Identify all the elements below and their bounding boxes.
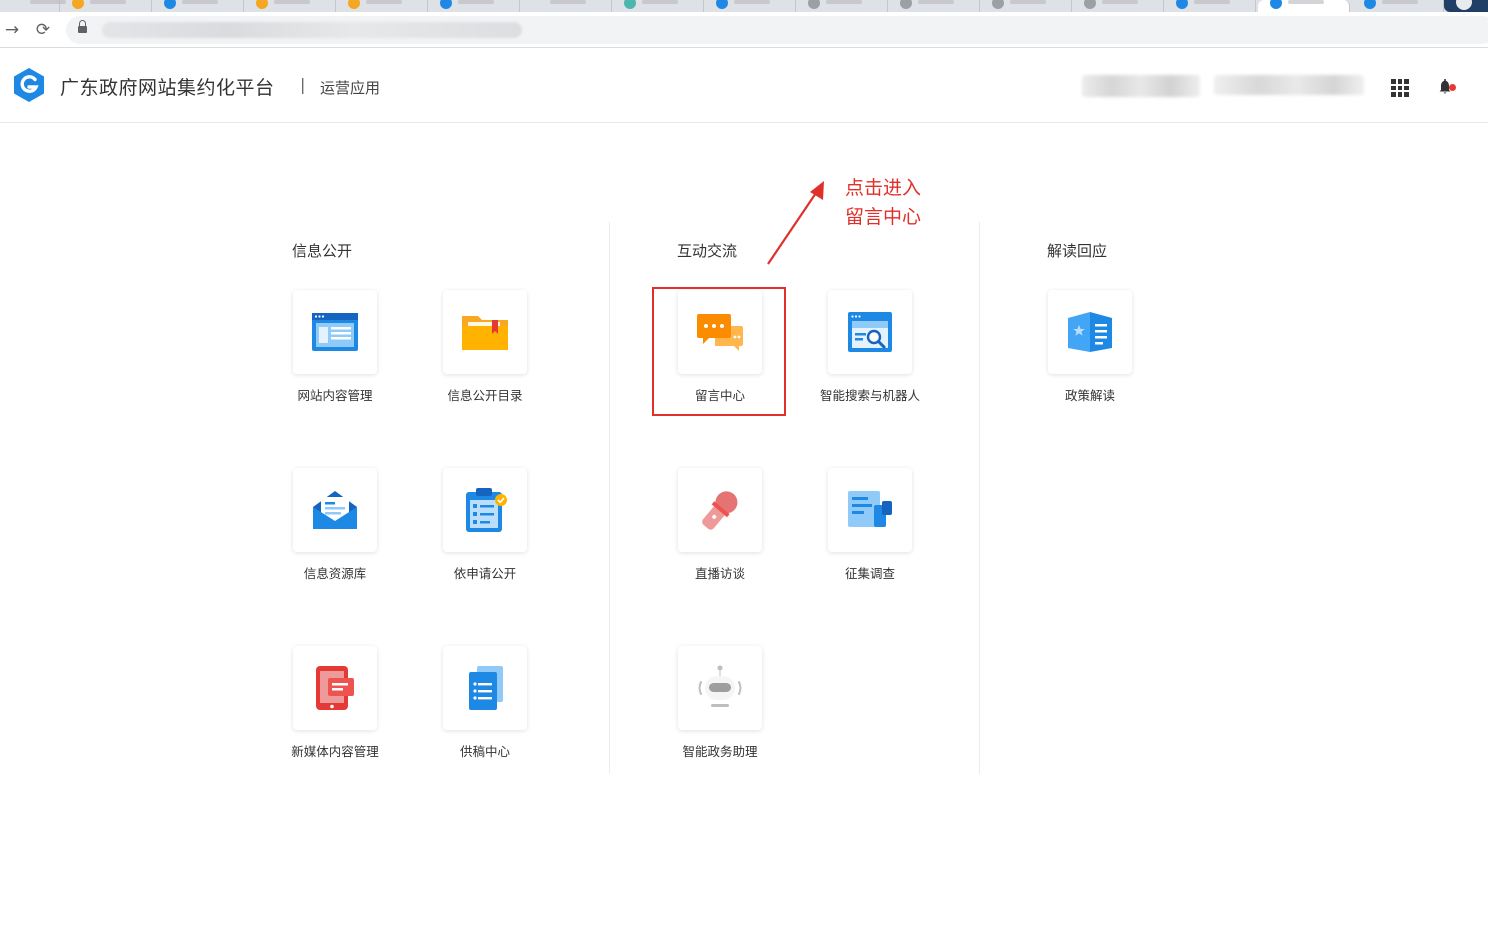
address-bar[interactable] <box>66 16 1488 44</box>
app-live-interview[interactable]: 直播访谈 <box>655 468 785 598</box>
app-label: 信息资源库 <box>303 566 367 581</box>
app-info-disclosure-catalog[interactable]: 信息公开目录 <box>420 290 550 420</box>
column-divider <box>609 222 610 774</box>
column-divider <box>979 222 980 774</box>
app-header: 广东政府网站集约化平台 | 运营应用 <box>0 49 1488 123</box>
survey-icon <box>848 491 892 527</box>
browser-tab[interactable] <box>1072 0 1164 12</box>
browser-tab[interactable] <box>244 0 336 12</box>
reload-icon[interactable]: ⟳ <box>31 18 55 42</box>
app-subtitle: 运营应用 <box>320 79 381 97</box>
user-info-redacted <box>1082 75 1200 97</box>
browser-tab[interactable] <box>336 0 428 12</box>
annotation-text: 点击进入 留言中心 <box>845 174 921 232</box>
bell-icon[interactable] <box>1437 77 1457 97</box>
section-title-interpretation: 解读回应 <box>1047 242 1108 260</box>
browser-tab-active[interactable] <box>1258 0 1350 12</box>
browser-tab[interactable] <box>796 0 888 12</box>
profile-avatar[interactable] <box>1444 0 1488 12</box>
app-label: 智能政务助理 <box>682 744 758 759</box>
forward-icon[interactable]: → <box>0 18 24 42</box>
app-smart-search-robot[interactable]: 智能搜索与机器人 <box>805 290 935 420</box>
browser-tab[interactable] <box>612 0 704 12</box>
highlight-box <box>652 287 786 416</box>
documents-icon <box>469 666 503 710</box>
app-tile[interactable] <box>828 290 912 374</box>
browser-tab[interactable] <box>1352 0 1444 12</box>
section-title-info-disclosure: 信息公开 <box>292 242 353 260</box>
clipboard-icon <box>466 488 507 532</box>
url-redacted <box>102 22 522 38</box>
lock-icon <box>78 20 87 34</box>
browser-toolbar: → ⟳ <box>0 12 1488 48</box>
search-window-icon <box>848 312 892 352</box>
browser-tab[interactable] <box>428 0 520 12</box>
apps-grid-icon[interactable] <box>1391 79 1409 97</box>
annotation-arrow <box>767 181 824 265</box>
section-title-interaction: 互动交流 <box>677 242 738 260</box>
app-label: 征集调查 <box>844 566 895 581</box>
annotation-line-2: 留言中心 <box>845 206 922 228</box>
app-website-content[interactable]: 网站内容管理 <box>270 290 400 420</box>
browser-window-icon <box>312 313 358 351</box>
app-label: 直播访谈 <box>694 566 745 581</box>
app-label: 网站内容管理 <box>297 388 373 403</box>
browser-tab[interactable] <box>704 0 796 12</box>
browser-tab[interactable] <box>60 0 152 12</box>
app-label: 智能搜索与机器人 <box>819 388 920 403</box>
robot-icon <box>698 665 742 707</box>
app-label: 信息公开目录 <box>447 388 523 403</box>
app-label: 依申请公开 <box>453 566 517 581</box>
folder-icon <box>462 316 508 350</box>
app-tile[interactable] <box>1048 290 1132 374</box>
app-tile[interactable] <box>293 290 377 374</box>
app-label: 新媒体内容管理 <box>291 744 379 759</box>
browser-tab[interactable] <box>1164 0 1256 12</box>
app-title[interactable]: 广东政府网站集约化平台 <box>60 73 275 100</box>
app-new-media-content[interactable]: 新媒体内容管理 <box>270 646 400 776</box>
app-tile[interactable] <box>293 468 377 552</box>
envelope-icon <box>313 491 357 529</box>
app-tile[interactable] <box>443 290 527 374</box>
app-tile[interactable] <box>678 468 762 552</box>
app-survey[interactable]: 征集调查 <box>805 468 935 598</box>
tablet-icon <box>316 666 354 710</box>
app-tile[interactable] <box>678 646 762 730</box>
org-info-redacted <box>1214 75 1364 95</box>
browser-tab[interactable] <box>888 0 980 12</box>
app-disclosure-on-request[interactable]: 依申请公开 <box>420 468 550 598</box>
browser-tab-strip <box>0 0 1488 12</box>
app-tile[interactable] <box>443 646 527 730</box>
app-tile[interactable] <box>293 646 377 730</box>
browser-tab[interactable] <box>980 0 1072 12</box>
app-submission-center[interactable]: 供稿中心 <box>420 646 550 776</box>
browser-tab[interactable] <box>0 0 66 12</box>
app-tile[interactable] <box>443 468 527 552</box>
title-separator: | <box>300 75 306 94</box>
app-tile[interactable] <box>828 468 912 552</box>
app-info-resource-library[interactable]: 信息资源库 <box>270 468 400 598</box>
browser-tab[interactable] <box>152 0 244 12</box>
app-smart-gov-assistant[interactable]: 智能政务助理 <box>655 646 785 776</box>
app-label: 供稿中心 <box>459 744 510 759</box>
app-policy-interpretation[interactable]: 政策解读 <box>1025 290 1155 420</box>
browser-tab[interactable] <box>520 0 612 12</box>
platform-logo-icon[interactable] <box>12 67 46 103</box>
microphone-icon <box>702 491 738 530</box>
app-label: 政策解读 <box>1064 388 1115 403</box>
annotation-line-1: 点击进入 <box>845 177 922 199</box>
book-icon <box>1068 312 1112 352</box>
